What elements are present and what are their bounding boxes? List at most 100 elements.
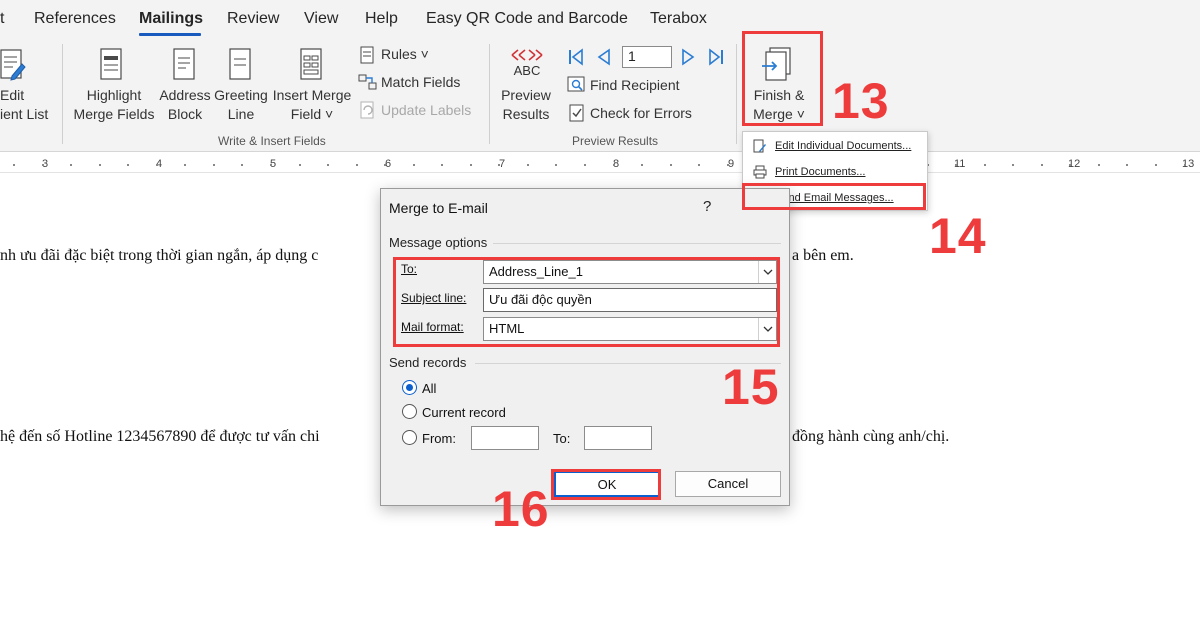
horizontal-ruler: 3 4 5 6 7 8 9 10 11 12 13 [0, 157, 1200, 173]
ruler-tick [1069, 164, 1071, 166]
last-record-icon[interactable] [706, 47, 726, 67]
insert-merge-field-label-1[interactable]: Insert Merge [270, 86, 354, 105]
ruler-tick [299, 164, 301, 166]
ruler-tick [727, 164, 729, 166]
tab-terabox[interactable]: Terabox [650, 10, 707, 28]
group-label-write-insert: Write & Insert Fields [218, 134, 326, 148]
address-block-label-1[interactable]: Address [156, 86, 214, 105]
ruler-tick [1098, 164, 1100, 166]
ruler-tick [641, 164, 643, 166]
help-button[interactable]: ? [703, 198, 711, 215]
tab-layout-partial[interactable]: t [0, 10, 4, 28]
cancel-button[interactable]: Cancel [675, 471, 781, 497]
menu-item-edit-individual-documents[interactable]: Edit Individual Documents... [743, 134, 929, 159]
radio-from-label[interactable]: From: [422, 431, 456, 446]
ruler-tick [356, 164, 358, 166]
ruler-tick [1155, 164, 1157, 166]
dialog-title: Merge to E-mail [389, 200, 488, 216]
tab-easy-qr-code[interactable]: Easy QR Code and Barcode [426, 10, 628, 28]
insert-merge-field-icon [300, 48, 322, 80]
message-options-heading: Message options [389, 235, 488, 250]
ruler-tick [1041, 164, 1043, 166]
ruler-tick [498, 164, 500, 166]
edit-recipient-list-icon [0, 49, 26, 81]
first-record-icon[interactable] [566, 47, 586, 67]
ruler-tick [441, 164, 443, 166]
ruler-tick [70, 164, 72, 166]
highlight-merge-fields-icon [100, 48, 122, 80]
ribbon-separator [736, 44, 737, 144]
ruler-tick [584, 164, 586, 166]
ruler-tick [270, 164, 272, 166]
ruler-tick [670, 164, 672, 166]
tab-references[interactable]: References [34, 10, 116, 28]
find-recipient-button[interactable]: Find Recipient [590, 76, 680, 95]
ruler-tick [99, 164, 101, 166]
record-number-input[interactable]: 1 [622, 46, 672, 68]
greeting-line-icon [229, 48, 251, 80]
tab-mailings[interactable]: Mailings [139, 10, 203, 28]
ruler-tick [241, 164, 243, 166]
address-block-label-2[interactable]: Block [156, 105, 214, 124]
ruler-tick [327, 164, 329, 166]
preview-abc-label: ABC [513, 63, 541, 78]
rules-icon [360, 46, 374, 64]
ruler-tick [184, 164, 186, 166]
ruler-tick [1126, 164, 1128, 166]
tab-help[interactable]: Help [365, 10, 398, 28]
menu-item-label: Print Documents... [775, 166, 866, 178]
step-number-15: 15 [722, 359, 780, 415]
insert-merge-field-label-2[interactable]: Field ˅ [270, 105, 354, 124]
menu-item-print-documents[interactable]: Print Documents... [743, 160, 929, 185]
previous-record-icon[interactable] [594, 47, 614, 67]
from-record-input[interactable] [471, 426, 539, 450]
tab-view[interactable]: View [304, 10, 338, 28]
next-record-icon[interactable] [678, 47, 698, 67]
tab-review[interactable]: Review [227, 10, 279, 28]
document-text-line-2-left: hệ đến số Hotline 1234567890 để được tư … [0, 428, 320, 445]
highlight-box-ok-button [551, 469, 661, 500]
preview-results-arrows-icon [511, 49, 543, 61]
ruler-tick [156, 164, 158, 166]
merge-to-email-dialog: Merge to E-mail ? Message options To: Ad… [380, 188, 790, 506]
highlight-box-send-email [742, 183, 926, 210]
address-block-icon [173, 48, 195, 80]
update-labels-button[interactable]: Update Labels [381, 101, 471, 120]
radio-all-label[interactable]: All [422, 381, 436, 396]
group-label-preview-results: Preview Results [572, 134, 659, 148]
highlight-box-finish-merge [742, 31, 823, 126]
ruler-tick [984, 164, 986, 166]
ribbon-separator [62, 44, 63, 144]
greeting-line-label-2[interactable]: Line [212, 105, 270, 124]
highlight-merge-fields-label-1[interactable]: Highlight [72, 86, 156, 105]
step-number-13: 13 [832, 73, 890, 129]
ruler-tick [955, 164, 957, 166]
radio-current-record[interactable] [402, 404, 417, 419]
send-records-heading: Send records [389, 355, 467, 370]
edit-recipient-list-label-2[interactable]: ient List [0, 105, 48, 124]
check-errors-icon [569, 104, 584, 122]
to-record-input[interactable] [584, 426, 652, 450]
check-for-errors-button[interactable]: Check for Errors [590, 104, 692, 123]
update-labels-icon [360, 101, 374, 119]
document-text-line-1-right: a bên em. [792, 247, 854, 264]
highlight-merge-fields-label-2[interactable]: Merge Fields [72, 105, 156, 124]
rules-button[interactable]: Rules ˅ [381, 45, 429, 64]
match-fields-icon [358, 74, 377, 90]
ruler-tick [384, 164, 386, 166]
radio-current-record-label[interactable]: Current record [422, 405, 506, 420]
ruler-tick [613, 164, 615, 166]
preview-results-label-1[interactable]: Preview [495, 86, 557, 105]
section-divider [493, 243, 781, 244]
edit-document-icon [753, 139, 766, 153]
radio-from[interactable] [402, 430, 417, 445]
step-number-16: 16 [492, 481, 550, 537]
preview-results-label-2[interactable]: Results [495, 105, 557, 124]
edit-recipient-list-label-1[interactable]: Edit [0, 86, 24, 105]
ruler-tick [470, 164, 472, 166]
ruler-tick [1012, 164, 1014, 166]
match-fields-button[interactable]: Match Fields [381, 73, 460, 92]
find-recipient-icon [567, 76, 585, 92]
greeting-line-label-1[interactable]: Greeting [212, 86, 270, 105]
radio-all[interactable] [402, 380, 417, 395]
